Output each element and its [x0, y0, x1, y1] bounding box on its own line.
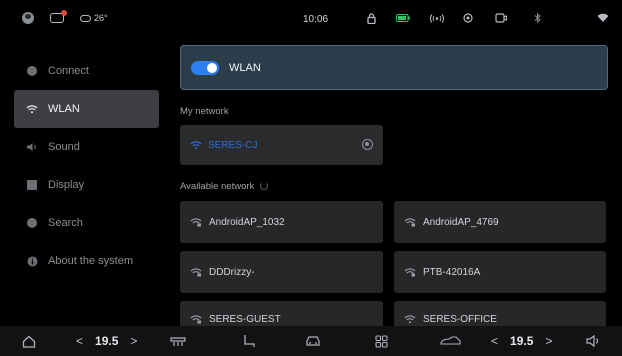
network-ssid: AndroidAP_4769 — [423, 216, 499, 228]
apps-grid-icon[interactable] — [375, 332, 388, 350]
wifi-status-icon — [596, 12, 610, 24]
wlan-toggle-switch[interactable] — [191, 60, 219, 75]
wifi-lock-icon — [190, 314, 202, 324]
available-network-list: AndroidAP_1032 AndroidAP_4769 DDDrizzy- … — [180, 201, 608, 329]
network-ssid: PTB-42016A — [423, 266, 481, 278]
sidebar-item-label: Connect — [48, 65, 89, 77]
settings-sidebar: Connect WLAN Sound Display Search About … — [0, 52, 170, 280]
wlan-toggle-label: WLAN — [229, 61, 261, 74]
camera-icon — [494, 12, 508, 24]
my-network-label: My network — [180, 105, 229, 117]
sidebar-item-sound[interactable]: Sound — [0, 128, 170, 166]
seat-heat-icon[interactable] — [170, 332, 186, 350]
sidebar-item-about[interactable]: About the system — [0, 242, 170, 280]
sidebar-item-label: Sound — [48, 141, 80, 153]
sidebar-item-search[interactable]: Search — [0, 204, 170, 242]
right-temperature: 19.5 — [510, 334, 534, 348]
available-network-heading: Available network — [180, 179, 608, 193]
wifi-icon — [404, 314, 416, 324]
my-network-heading: My network — [180, 104, 608, 118]
left-climate-control: < 19.5 > — [76, 332, 137, 350]
seat-icon[interactable] — [242, 332, 256, 350]
right-temp-up-button[interactable]: > — [545, 334, 552, 348]
sidebar-item-wlan[interactable]: WLAN — [14, 90, 159, 128]
network-item[interactable]: SERES-OFFICE — [394, 301, 606, 329]
network-item[interactable]: PTB-42016A — [394, 251, 606, 293]
network-item[interactable]: AndroidAP_1032 — [180, 201, 383, 243]
my-network-ssid: SERES-CJ — [208, 139, 258, 151]
sidebar-item-connect[interactable]: Connect — [0, 52, 170, 90]
search-icon — [26, 217, 38, 229]
bluetooth-icon — [532, 12, 542, 24]
car-side-icon[interactable] — [440, 332, 462, 350]
status-bar: 26° 10:06 — [0, 0, 622, 38]
sidebar-item-label: About the system — [48, 255, 133, 267]
connect-icon — [26, 65, 38, 77]
loading-spinner-icon — [260, 182, 269, 190]
network-item[interactable]: SERES-GUEST — [180, 301, 383, 329]
wlan-panel: WLAN My network SERES-CJ Available netwo… — [180, 45, 608, 329]
right-climate-control: < 19.5 > — [491, 332, 552, 350]
target-icon — [462, 12, 474, 24]
wlan-toggle-card[interactable]: WLAN — [180, 45, 608, 90]
bottom-dock: < 19.5 > < 19.5 > — [0, 326, 622, 356]
right-temp-down-button[interactable]: < — [491, 334, 498, 348]
sidebar-item-display[interactable]: Display — [0, 166, 170, 204]
network-ssid: AndroidAP_1032 — [209, 216, 285, 228]
left-temp-down-button[interactable]: < — [76, 334, 83, 348]
home-icon[interactable] — [22, 332, 36, 350]
left-temperature: 19.5 — [95, 334, 119, 348]
available-network-label: Available network — [180, 180, 255, 192]
sidebar-item-label: Search — [48, 217, 83, 229]
wifi-icon — [26, 103, 38, 115]
network-item[interactable]: AndroidAP_4769 — [394, 201, 606, 243]
battery-icon — [395, 12, 411, 24]
network-ssid: SERES-OFFICE — [423, 314, 497, 325]
wifi-lock-icon — [404, 217, 416, 227]
left-temp-up-button[interactable]: > — [130, 334, 137, 348]
wifi-connected-icon — [190, 140, 202, 150]
speaker-icon — [26, 141, 38, 153]
info-icon — [26, 255, 38, 267]
sidebar-item-label: Display — [48, 179, 85, 191]
network-item[interactable]: DDDrizzy- — [180, 251, 383, 293]
my-network-card[interactable]: SERES-CJ — [180, 125, 383, 165]
settings-gear-icon[interactable] — [362, 139, 373, 150]
display-icon — [26, 179, 38, 191]
status-icons — [0, 12, 622, 26]
sidebar-item-label: WLAN — [48, 103, 80, 115]
lock-icon — [365, 12, 377, 24]
car-front-icon[interactable] — [305, 332, 321, 350]
wifi-lock-icon — [190, 217, 202, 227]
network-ssid: SERES-GUEST — [209, 314, 281, 325]
volume-icon[interactable] — [586, 332, 602, 350]
broadcast-icon — [429, 12, 445, 24]
wifi-lock-icon — [404, 267, 416, 277]
network-ssid: DDDrizzy- — [209, 266, 255, 278]
wifi-lock-icon — [190, 267, 202, 277]
